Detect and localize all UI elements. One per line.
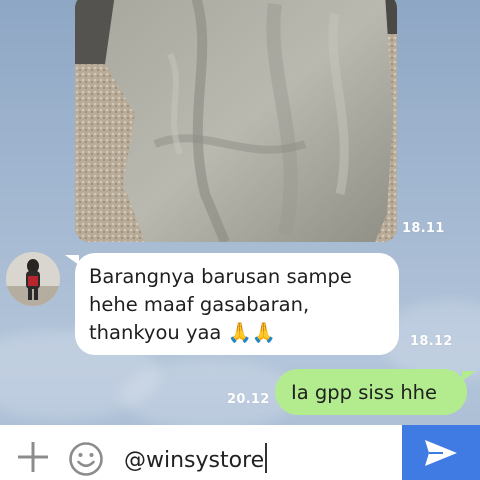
incoming-message-line: hehe maaf gasabaran,: [89, 293, 310, 316]
outgoing-timestamp: 20.12: [227, 392, 270, 407]
wallpaper-cloud: [120, 360, 300, 430]
send-icon: [425, 439, 457, 466]
outgoing-message-bubble[interactable]: Ia gpp siss hhe: [275, 369, 476, 415]
photo-image: [75, 0, 397, 242]
message-composer: @winsystore: [0, 425, 480, 480]
message-input[interactable]: @winsystore: [124, 443, 268, 473]
smiley-icon[interactable]: [68, 441, 104, 477]
plus-icon[interactable]: [16, 440, 50, 474]
incoming-message-bubble[interactable]: Barangnya barusan sampe hehe maaf gasaba…: [65, 253, 399, 355]
incoming-message-line: Barangnya barusan sampe: [89, 265, 352, 288]
bubble-tail: [462, 371, 476, 381]
incoming-message-line: thankyou yaa 🙏🙏: [89, 321, 277, 344]
chat-screen: 18.11 Barangnya barusan sampe hehe maaf …: [0, 0, 480, 480]
avatar-image: [6, 252, 60, 306]
photo-timestamp: 18.11: [402, 221, 445, 236]
message-input-value: @winsystore: [124, 448, 265, 473]
incoming-timestamp: 18.12: [410, 334, 453, 349]
text-caret: [265, 443, 268, 473]
send-button[interactable]: [402, 425, 480, 480]
outgoing-message-text: Ia gpp siss hhe: [291, 380, 438, 404]
bubble-tail: [65, 255, 79, 265]
avatar[interactable]: [6, 252, 60, 306]
photo-message[interactable]: [75, 0, 397, 242]
